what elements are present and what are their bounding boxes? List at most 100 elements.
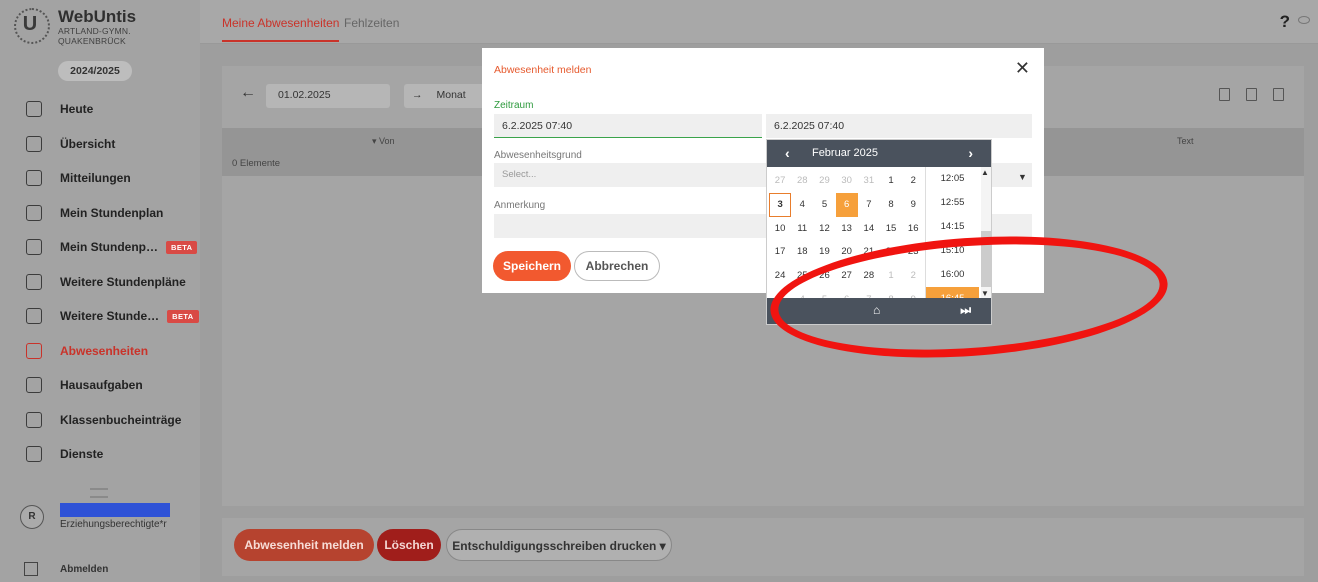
calendar-day[interactable]: 7	[858, 193, 880, 217]
calendar-day[interactable]: 31	[858, 169, 880, 193]
sidebar-icon	[26, 273, 42, 290]
tab-meine-abwesenheiten[interactable]: Meine Abwesenheiten	[222, 16, 340, 42]
bottom-action-bar: Abwesenheit melden Löschen Entschuldigun…	[222, 518, 1304, 576]
logout-label: Abmelden	[60, 563, 109, 575]
time-option[interactable]: 12:55	[926, 191, 979, 215]
scroll-up-icon[interactable]: ▲	[981, 168, 989, 177]
report-absence-button[interactable]: Abwesenheit melden	[234, 529, 374, 561]
sidebar-icon	[26, 342, 42, 359]
calendar-week-row: 3456789	[769, 192, 925, 217]
tab-fehlzeiten[interactable]: Fehlzeiten	[344, 16, 399, 30]
sidebar-item-label: Hausaufgaben	[60, 378, 143, 393]
delete-button[interactable]: Löschen	[377, 529, 441, 561]
sidebar-item-label: Mein Stundenp…	[60, 240, 158, 255]
sidebar: U WebUntis ARTLAND-GYMN. QUAKENBRÜCK 202…	[0, 0, 200, 582]
calendar-day[interactable]: 10	[769, 217, 791, 241]
calendar-day[interactable]: 18	[791, 240, 813, 264]
element-count: 0 Elemente	[232, 158, 281, 169]
picker-month-label: Februar 2025	[811, 147, 879, 159]
calendar-day[interactable]: 30	[836, 169, 858, 193]
calendar-day[interactable]: 19	[813, 240, 835, 264]
calendar-day[interactable]: 29	[813, 169, 835, 193]
calendar-day[interactable]: 9	[902, 193, 924, 217]
user-name-redacted[interactable]	[60, 503, 170, 517]
sidebar-item-label: Dienste	[60, 447, 104, 462]
sidebar-icon	[26, 308, 42, 325]
sidebar-item-6[interactable]: Weitere Stunde… BETA	[0, 299, 200, 334]
user-role: Erziehungsberechtigte*r	[60, 519, 167, 530]
sidebar-item-label: Klassenbucheinträge	[60, 412, 182, 427]
sidebar-icon	[26, 411, 42, 428]
calendar-day[interactable]: 8	[880, 193, 902, 217]
calendar-day[interactable]: 13	[836, 217, 858, 241]
calendar-day[interactable]: 15	[880, 217, 902, 241]
school-year-selector[interactable]: 2024/2025	[58, 61, 132, 81]
from-datetime-input[interactable]: 6.2.2025 07:40	[494, 114, 762, 138]
calendar-day[interactable]: 27	[769, 169, 791, 193]
save-button[interactable]: Speichern	[493, 251, 571, 281]
calendar-day[interactable]: 4	[791, 193, 813, 217]
logout-link[interactable]: Abmelden	[24, 562, 108, 576]
sidebar-item-9[interactable]: Klassenbucheinträge	[0, 403, 200, 438]
sidebar-item-4[interactable]: Mein Stundenp… BETA	[0, 230, 200, 265]
excel-export-icon[interactable]	[1246, 88, 1257, 101]
calendar-day[interactable]: 16	[902, 217, 924, 241]
sidebar-item-label: Weitere Stundenpläne	[60, 274, 186, 289]
print-excuse-button[interactable]: Entschuldigungsschreiben drucken ▾	[446, 529, 672, 561]
calendar-day[interactable]: 6	[835, 192, 858, 217]
sidebar-item-8[interactable]: Hausaufgaben	[0, 368, 200, 403]
calendar-week-row: 10 11 12 13 14 15 16	[769, 217, 925, 241]
sidebar-icon	[26, 446, 42, 463]
calendar-day[interactable]: 28	[791, 169, 813, 193]
sidebar-item-10[interactable]: Dienste	[0, 437, 200, 472]
school-name-line2: QUAKENBRÜCK	[58, 36, 126, 46]
arrow-right-icon[interactable]: →	[412, 89, 423, 101]
sidebar-icon	[26, 135, 42, 152]
help-icon[interactable]: ?	[1280, 12, 1290, 32]
next-month-icon[interactable]: ›	[968, 145, 973, 161]
column-text[interactable]: Text	[1177, 136, 1194, 146]
calendar-week-row: 27 28 29 30 31 1 2	[769, 169, 925, 193]
sidebar-item-label: Mein Stundenplan	[60, 205, 164, 220]
eye-icon[interactable]	[1298, 16, 1310, 24]
calendar-day[interactable]: 2	[902, 169, 924, 193]
note-label: Anmerkung	[494, 200, 546, 211]
column-von[interactable]: ▾ Von	[372, 136, 395, 147]
sidebar-icon	[26, 204, 42, 221]
cancel-button[interactable]: Abbrechen	[574, 251, 660, 281]
calendar-day[interactable]: 11	[791, 217, 813, 241]
sidebar-icon	[26, 377, 42, 394]
logout-icon	[24, 562, 38, 576]
beta-badge: BETA	[166, 240, 198, 254]
calendar-day[interactable]: 14	[858, 217, 880, 241]
pdf-export-icon[interactable]	[1219, 88, 1230, 101]
time-option[interactable]: 12:05	[926, 167, 979, 191]
sidebar-item-7[interactable]: Abwesenheiten	[0, 334, 200, 369]
sidebar-item-5[interactable]: Weitere Stundenpläne	[0, 265, 200, 300]
sidebar-item-3[interactable]: Mein Stundenplan	[0, 196, 200, 231]
calendar-day[interactable]: 1	[880, 169, 902, 193]
chevron-down-icon[interactable]: ▼	[1018, 172, 1027, 182]
avatar[interactable]: R	[20, 505, 44, 529]
csv-export-icon[interactable]	[1273, 88, 1284, 101]
sidebar-item-2[interactable]: Mitteilungen	[0, 161, 200, 196]
calendar-day[interactable]: 5	[813, 193, 835, 217]
reason-label: Abwesenheitsgrund	[494, 150, 582, 161]
sidebar-item-label: Mitteilungen	[60, 171, 131, 186]
sidebar-item-0[interactable]: Heute	[0, 92, 200, 127]
collapse-menu-icon[interactable]	[90, 488, 108, 498]
date-input[interactable]: 01.02.2025	[266, 84, 390, 108]
arrow-left-icon[interactable]: ←	[240, 84, 256, 102]
time-option[interactable]: 14:15	[926, 215, 979, 239]
period-label: Zeitraum	[494, 100, 534, 111]
to-datetime-input[interactable]: 6.2.2025 07:40	[766, 114, 1032, 138]
calendar-day[interactable]: 17	[769, 240, 791, 264]
sidebar-item-1[interactable]: Übersicht	[0, 127, 200, 162]
logo[interactable]: U WebUntis ARTLAND-GYMN. QUAKENBRÜCK	[14, 8, 136, 46]
calendar-day[interactable]: 12	[813, 217, 835, 241]
period-select[interactable]: → Monat	[404, 84, 494, 108]
period-value: Monat	[436, 89, 466, 101]
sidebar-item-label: Abwesenheiten	[60, 343, 149, 358]
calendar-day[interactable]: 3	[769, 192, 792, 217]
close-icon[interactable]: ✕	[1015, 58, 1030, 79]
